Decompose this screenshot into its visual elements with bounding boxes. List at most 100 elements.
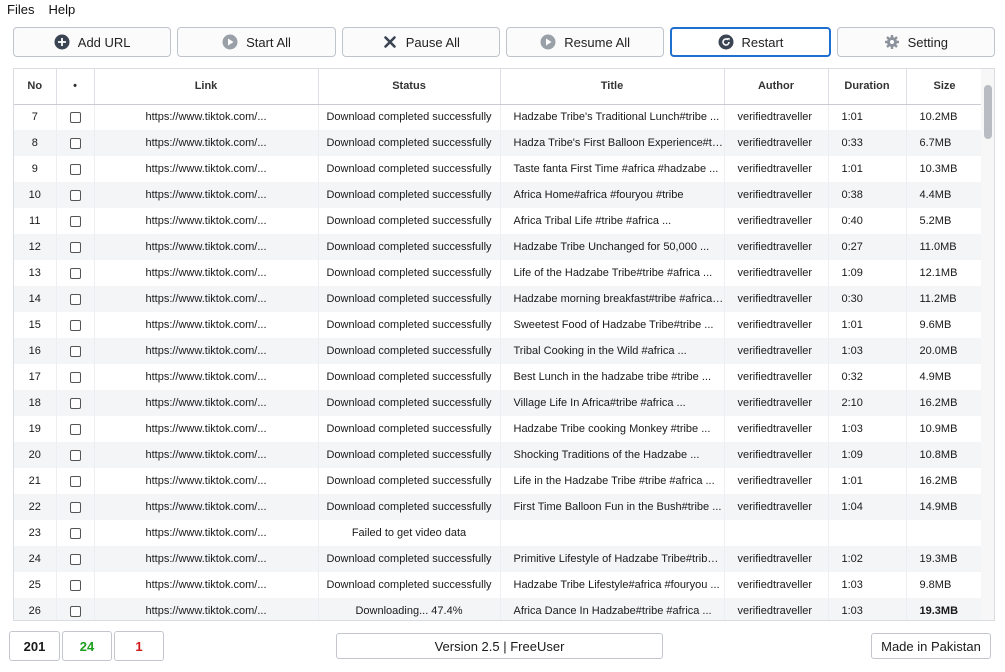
- add-url-button[interactable]: Add URL: [13, 27, 172, 57]
- row-status: Download completed successfully: [318, 156, 501, 182]
- scrollbar-thumb[interactable]: [984, 85, 992, 139]
- row-checkbox[interactable]: [69, 371, 81, 383]
- row-checkbox-cell: [56, 156, 95, 182]
- table-row[interactable]: 22 https://www.tiktok.com/... Download com…: [14, 494, 984, 520]
- column-header-title[interactable]: Title: [500, 69, 725, 105]
- table-row[interactable]: 15 https://www.tiktok.com/... Download com…: [14, 312, 984, 338]
- row-title: Hadza Tribe's First Balloon Experience#t…: [500, 130, 725, 156]
- row-checkbox[interactable]: [69, 111, 81, 123]
- row-checkbox[interactable]: [69, 449, 81, 461]
- table-row[interactable]: 20 https://www.tiktok.com/... Download com…: [14, 442, 984, 468]
- row-title: Africa Tribal Life #tribe #africa ...: [500, 208, 725, 234]
- toolbar: Add URL Start All Pause All Resume All R…: [13, 27, 995, 59]
- row-checkbox-cell: [56, 364, 95, 390]
- table-row[interactable]: 24 https://www.tiktok.com/... Download com…: [14, 546, 984, 572]
- row-duration: 1:03: [828, 416, 907, 442]
- row-checkbox[interactable]: [69, 527, 81, 539]
- row-link: https://www.tiktok.com/...: [94, 104, 319, 130]
- column-header-no[interactable]: No: [14, 69, 57, 105]
- column-header-duration[interactable]: Duration: [828, 69, 907, 105]
- table-row[interactable]: 7 https://www.tiktok.com/... Download comp…: [14, 104, 984, 130]
- table-row[interactable]: 21 https://www.tiktok.com/... Download com…: [14, 468, 984, 494]
- row-number: 25: [14, 572, 57, 598]
- resume-all-button[interactable]: Resume All: [505, 27, 665, 57]
- row-status: Downloading... 47.4%: [318, 598, 501, 620]
- row-duration: 1:09: [828, 260, 907, 286]
- row-checkbox[interactable]: [69, 345, 81, 357]
- table-row[interactable]: 12 https://www.tiktok.com/... Download com…: [14, 234, 984, 260]
- table-row[interactable]: 14 https://www.tiktok.com/... Download com…: [14, 286, 984, 312]
- made-in-button[interactable]: Made in Pakistan: [871, 633, 991, 659]
- row-checkbox[interactable]: [69, 215, 81, 227]
- table-row[interactable]: 17 https://www.tiktok.com/... Download com…: [14, 364, 984, 390]
- restart-button[interactable]: Restart: [670, 27, 831, 57]
- row-duration: 1:02: [828, 546, 907, 572]
- row-link: https://www.tiktok.com/...: [94, 208, 319, 234]
- row-size: 9.8MB: [906, 572, 984, 598]
- pause-all-button[interactable]: Pause All: [341, 27, 500, 57]
- row-checkbox[interactable]: [69, 579, 81, 591]
- row-number: 18: [14, 390, 57, 416]
- row-checkbox[interactable]: [69, 267, 81, 279]
- table-row[interactable]: 13 https://www.tiktok.com/... Download com…: [14, 260, 984, 286]
- row-checkbox-cell: [56, 286, 95, 312]
- row-author: verifiedtraveller: [724, 156, 829, 182]
- row-link: https://www.tiktok.com/...: [94, 234, 319, 260]
- column-header-size[interactable]: Size: [906, 69, 984, 105]
- table-row[interactable]: 18 https://www.tiktok.com/... Download com…: [14, 390, 984, 416]
- table-row[interactable]: 26 https://www.tiktok.com/... Downloading.…: [14, 598, 984, 620]
- vertical-scrollbar[interactable]: [981, 69, 994, 620]
- table-row[interactable]: 11 https://www.tiktok.com/... Download com…: [14, 208, 984, 234]
- row-duration: 1:03: [828, 598, 907, 620]
- row-size: 9.6MB: [906, 312, 984, 338]
- table-row[interactable]: 10 https://www.tiktok.com/... Download com…: [14, 182, 984, 208]
- table-row[interactable]: 9 https://www.tiktok.com/... Download comp…: [14, 156, 984, 182]
- table-row[interactable]: 19 https://www.tiktok.com/... Download com…: [14, 416, 984, 442]
- row-title: Hadzabe Tribe Unchanged for 50,000 ...: [500, 234, 725, 260]
- column-header-author[interactable]: Author: [724, 69, 829, 105]
- row-checkbox[interactable]: [69, 553, 81, 565]
- row-title: Hadzabe Tribe's Traditional Lunch#tribe …: [500, 104, 725, 130]
- row-duration: 0:30: [828, 286, 907, 312]
- row-duration: 1:09: [828, 442, 907, 468]
- menu-files[interactable]: Files: [0, 2, 41, 17]
- row-checkbox[interactable]: [69, 319, 81, 331]
- row-checkbox[interactable]: [69, 163, 81, 175]
- table-row[interactable]: 23 https://www.tiktok.com/... Failed to ge…: [14, 520, 984, 546]
- row-duration: 1:01: [828, 468, 907, 494]
- row-checkbox-cell: [56, 468, 95, 494]
- row-link: https://www.tiktok.com/...: [94, 260, 319, 286]
- version-label-box: Version 2.5 | FreeUser: [336, 633, 663, 659]
- column-header-select[interactable]: •: [56, 69, 95, 105]
- row-checkbox[interactable]: [69, 423, 81, 435]
- table-row[interactable]: 8 https://www.tiktok.com/... Download comp…: [14, 130, 984, 156]
- row-size: [906, 520, 984, 546]
- row-checkbox[interactable]: [69, 189, 81, 201]
- row-size: 4.4MB: [906, 182, 984, 208]
- row-checkbox[interactable]: [69, 605, 81, 617]
- table-row[interactable]: 25 https://www.tiktok.com/... Download com…: [14, 572, 984, 598]
- row-checkbox-cell: [56, 260, 95, 286]
- start-all-button[interactable]: Start All: [177, 27, 336, 57]
- row-status: Download completed successfully: [318, 234, 501, 260]
- column-header-link[interactable]: Link: [94, 69, 319, 105]
- menu-help[interactable]: Help: [41, 2, 82, 17]
- row-duration: 0:27: [828, 234, 907, 260]
- setting-button[interactable]: Setting: [836, 27, 995, 57]
- row-checkbox[interactable]: [69, 501, 81, 513]
- row-status: Download completed successfully: [318, 312, 501, 338]
- column-header-status[interactable]: Status: [318, 69, 501, 105]
- row-status: Download completed successfully: [318, 572, 501, 598]
- row-checkbox-cell: [56, 598, 95, 620]
- row-checkbox[interactable]: [69, 397, 81, 409]
- made-in-label: Made in Pakistan: [881, 638, 981, 654]
- row-checkbox[interactable]: [69, 293, 81, 305]
- row-checkbox[interactable]: [69, 137, 81, 149]
- table-row[interactable]: 16 https://www.tiktok.com/... Download com…: [14, 338, 984, 364]
- refresh-icon: [718, 34, 734, 50]
- row-author: verifiedtraveller: [724, 572, 829, 598]
- row-checkbox[interactable]: [69, 241, 81, 253]
- row-number: 7: [14, 104, 57, 130]
- row-title: Taste fanta First Time #africa #hadzabe …: [500, 156, 725, 182]
- row-checkbox[interactable]: [69, 475, 81, 487]
